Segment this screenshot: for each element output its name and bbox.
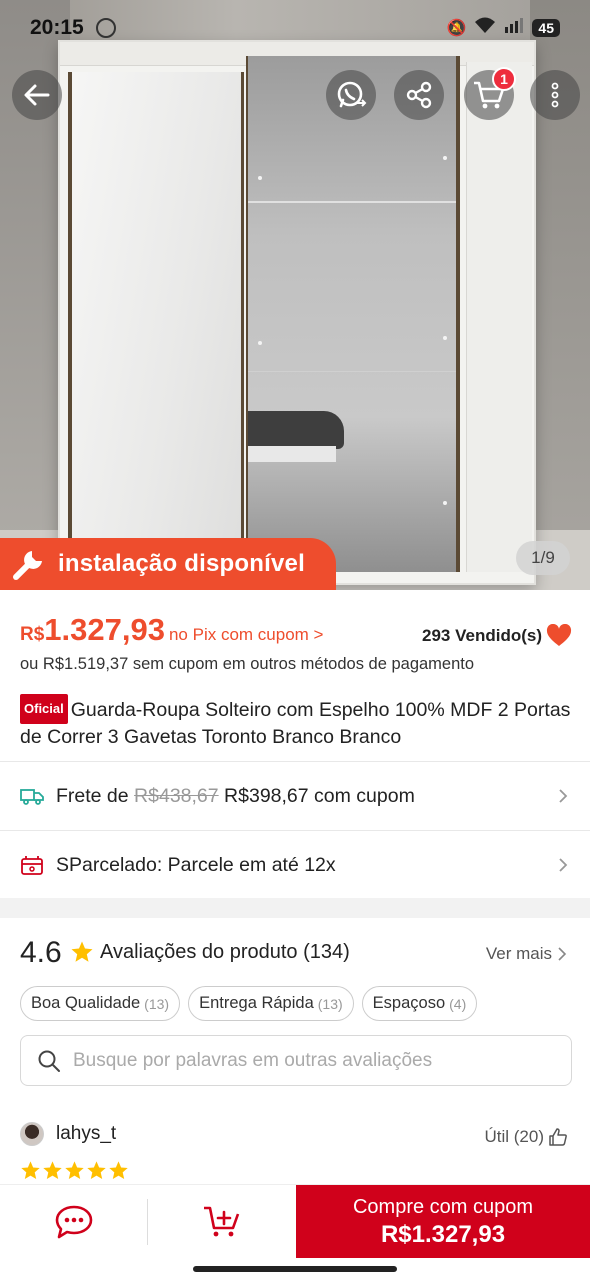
- cart-button[interactable]: 1: [464, 67, 516, 120]
- bottom-action-bar: Compre com cupom R$1.327,93: [0, 1184, 590, 1259]
- mute-icon: 🔕: [446, 19, 467, 37]
- chip-entrega-rapida[interactable]: Entrega Rápida (13): [188, 986, 354, 1021]
- cart-add-icon: [204, 1206, 240, 1237]
- wardrobe-photo: [58, 40, 536, 585]
- home-indicator[interactable]: [193, 1266, 397, 1272]
- heart-icon: [546, 623, 572, 646]
- rating-value: 4.6: [20, 936, 62, 969]
- price-amount: 1.327,93: [44, 612, 165, 647]
- avatar: [20, 1122, 44, 1146]
- add-to-cart-button[interactable]: [148, 1185, 296, 1259]
- back-button[interactable]: [12, 70, 62, 120]
- star-icon: [43, 1161, 62, 1179]
- bed-reflection: [248, 411, 344, 449]
- shipping-row[interactable]: Frete de R$438,67 R$398,67 com cupom: [0, 762, 590, 830]
- shipping-old-price: R$438,67: [134, 784, 219, 807]
- signal-icon: [504, 17, 524, 38]
- shipping-new-price: R$398,67 com cupom: [224, 784, 415, 807]
- installment-icon: [21, 856, 43, 875]
- battery-indicator: 45: [532, 18, 560, 37]
- pix-coupon-link[interactable]: no Pix com cupom >: [169, 625, 324, 645]
- reviewer-username: lahys_t: [56, 1123, 117, 1144]
- review-search-box[interactable]: [20, 1035, 572, 1086]
- buy-button-price: R$1.327,93: [380, 1220, 506, 1248]
- installments-label: SParcelado: Parcele em até 12x: [56, 853, 336, 876]
- installation-label: instalação disponível: [58, 550, 305, 577]
- chip-boa-qualidade[interactable]: Boa Qualidade (13): [20, 986, 181, 1021]
- review-stars: [20, 1160, 129, 1181]
- more-vertical-icon: [551, 82, 559, 108]
- truck-icon: [20, 789, 44, 805]
- wifi-icon: [474, 16, 496, 39]
- alternative-price-text: ou R$1.519,37 sem cupom em outros método…: [20, 655, 475, 673]
- reviews-title: Avaliações do produto: [100, 941, 298, 963]
- official-badge: Oficial: [20, 694, 68, 724]
- chevron-right-icon: [559, 789, 568, 803]
- cart-count-badge: 1: [492, 67, 516, 91]
- sold-count: 293 Vendido(s): [422, 626, 542, 645]
- installments-row[interactable]: SParcelado: Parcele em até 12x: [0, 831, 590, 899]
- chevron-right-icon: [559, 858, 568, 872]
- installation-available-banner: instalação disponível: [0, 538, 336, 590]
- price-currency: R$: [20, 624, 45, 645]
- chevron-right-icon: [558, 947, 567, 961]
- buy-button-label: Compre com cupom: [352, 1195, 534, 1218]
- star-icon: [109, 1161, 128, 1179]
- chat-icon: [55, 1205, 93, 1239]
- star-icon: [70, 940, 94, 969]
- wardrobe-mirror-door: [246, 56, 460, 572]
- star-icon: [87, 1161, 106, 1179]
- section-divider: [0, 898, 590, 918]
- star-icon: [65, 1161, 84, 1179]
- reviews-count: (134): [303, 941, 350, 963]
- arrow-left-icon: [24, 84, 50, 106]
- share-button[interactable]: [394, 70, 444, 120]
- product-image-carousel[interactable]: 20:15 🔕 45 1 instalação disponível 1/9: [0, 0, 590, 590]
- status-bar: 20:15 🔕 45: [0, 0, 590, 56]
- whatsapp-share-button[interactable]: [326, 70, 376, 120]
- thumbs-up-icon: [549, 1128, 567, 1146]
- favorite-button[interactable]: [546, 623, 572, 653]
- share-icon: [406, 81, 432, 109]
- buy-with-coupon-button[interactable]: Compre com cupom R$1.327,93: [296, 1185, 590, 1259]
- review-filter-chips: Boa Qualidade (13) Entrega Rápida (13) Esp…: [20, 986, 478, 1021]
- helpful-button[interactable]: Útil (20): [484, 1127, 568, 1147]
- star-icon: [21, 1161, 40, 1179]
- reviewer-header: lahys_t: [20, 1122, 116, 1146]
- whatsapp-icon: [337, 81, 367, 108]
- product-title: Oficial Guarda-Roupa Solteiro com Espelho…: [20, 694, 572, 750]
- see-more-reviews-link[interactable]: Ver mais: [486, 944, 568, 964]
- chat-button[interactable]: [0, 1185, 148, 1259]
- status-time: 20:15: [30, 16, 84, 39]
- search-icon: [38, 1050, 60, 1072]
- product-title-text: Guarda-Roupa Solteiro com Espelho 100% M…: [20, 699, 571, 748]
- review-search-input[interactable]: [73, 1049, 543, 1072]
- chip-espacoso[interactable]: Espaçoso (4): [361, 986, 478, 1021]
- shipping-label: Frete de: [56, 784, 129, 807]
- image-counter: 1/9: [516, 541, 570, 575]
- wardrobe-white-door: [68, 72, 244, 572]
- more-options-button[interactable]: [530, 70, 580, 120]
- wrench-icon: [13, 551, 42, 580]
- whatsapp-status-icon: [96, 18, 116, 38]
